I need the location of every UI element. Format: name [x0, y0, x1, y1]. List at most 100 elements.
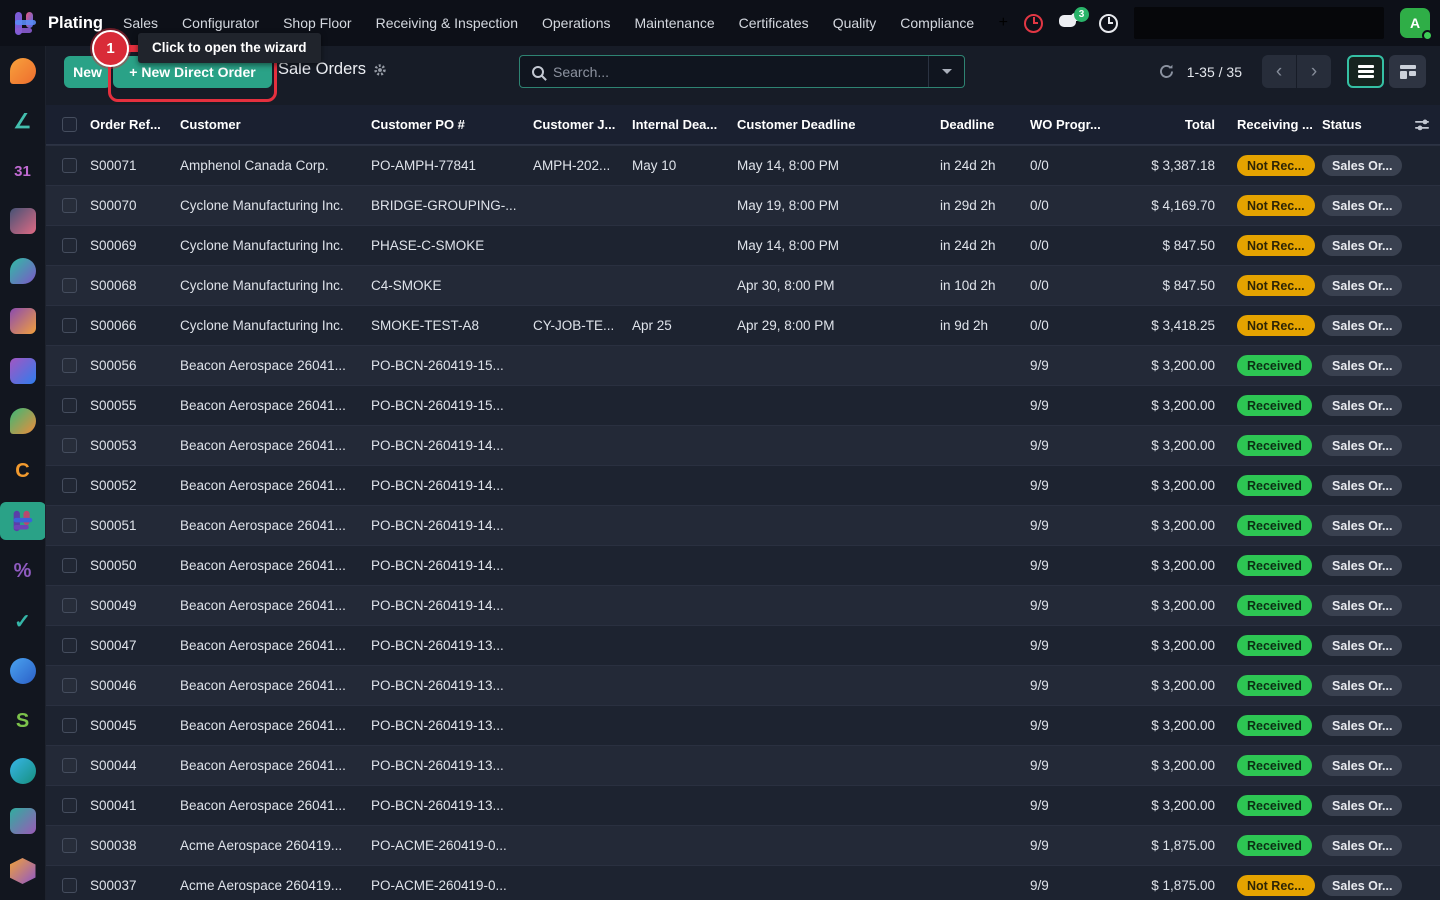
- cell-ref[interactable]: S00041: [90, 798, 180, 813]
- crm-icon[interactable]: C: [0, 452, 46, 490]
- cell-po[interactable]: PO-AMPH-77841: [371, 158, 533, 173]
- cell-total[interactable]: $ 3,200.00: [1110, 718, 1225, 733]
- cell-customer[interactable]: Beacon Aerospace 26041...: [180, 718, 371, 733]
- cell-po[interactable]: PO-BCN-260419-13...: [371, 638, 533, 653]
- table-row[interactable]: S00055Beacon Aerospace 26041...PO-BCN-26…: [46, 385, 1440, 425]
- cell-total[interactable]: $ 3,387.18: [1110, 158, 1225, 173]
- receiving-status-badge[interactable]: Received: [1237, 595, 1312, 616]
- cell-total[interactable]: $ 3,200.00: [1110, 598, 1225, 613]
- cell-total[interactable]: $ 3,200.00: [1110, 638, 1225, 653]
- cell-wo[interactable]: 9/9: [1030, 518, 1110, 533]
- table-row[interactable]: S00050Beacon Aerospace 26041...PO-BCN-26…: [46, 545, 1440, 585]
- cell-customer[interactable]: Cyclone Manufacturing Inc.: [180, 318, 371, 333]
- cell-po[interactable]: PO-BCN-260419-14...: [371, 558, 533, 573]
- cell-customer[interactable]: Beacon Aerospace 26041...: [180, 638, 371, 653]
- row-checkbox[interactable]: [62, 798, 77, 813]
- cell-ref[interactable]: S00050: [90, 558, 180, 573]
- cell-wo[interactable]: 9/9: [1030, 638, 1110, 653]
- sketch-icon[interactable]: ∠: [0, 102, 46, 140]
- refresh-icon[interactable]: [1158, 63, 1175, 80]
- table-row[interactable]: S00049Beacon Aerospace 26041...PO-BCN-26…: [46, 585, 1440, 625]
- sales-app-icon[interactable]: S: [0, 702, 46, 740]
- cell-po[interactable]: PO-BCN-260419-13...: [371, 798, 533, 813]
- cell-total[interactable]: $ 3,200.00: [1110, 478, 1225, 493]
- cell-customer[interactable]: Cyclone Manufacturing Inc.: [180, 238, 371, 253]
- column-header-customer-deadline[interactable]: Customer Deadline: [737, 117, 940, 132]
- cell-total[interactable]: $ 3,200.00: [1110, 358, 1225, 373]
- cell-internal[interactable]: May 10: [632, 158, 737, 173]
- cell-total[interactable]: $ 3,200.00: [1110, 558, 1225, 573]
- cell-cust_deadline[interactable]: May 14, 8:00 PM: [737, 238, 940, 253]
- cell-cust_deadline[interactable]: Apr 29, 8:00 PM: [737, 318, 940, 333]
- cell-deadline[interactable]: in 24d 2h: [940, 158, 1030, 173]
- cell-ref[interactable]: S00051: [90, 518, 180, 533]
- row-checkbox-cell[interactable]: [46, 358, 90, 373]
- order-status-badge[interactable]: Sales Or...: [1322, 435, 1402, 456]
- order-status-badge[interactable]: Sales Or...: [1322, 475, 1402, 496]
- cell-cust_deadline[interactable]: Apr 30, 8:00 PM: [737, 278, 940, 293]
- table-row[interactable]: S00051Beacon Aerospace 26041...PO-BCN-26…: [46, 505, 1440, 545]
- receiving-status-badge[interactable]: Received: [1237, 755, 1312, 776]
- cell-po[interactable]: PO-BCN-260419-13...: [371, 678, 533, 693]
- row-checkbox-cell[interactable]: [46, 878, 90, 893]
- table-row[interactable]: S00068Cyclone Manufacturing Inc.C4-SMOKE…: [46, 265, 1440, 305]
- row-checkbox[interactable]: [62, 438, 77, 453]
- order-status-badge[interactable]: Sales Or...: [1322, 355, 1402, 376]
- activities-icon[interactable]: [1024, 14, 1043, 33]
- row-checkbox-cell[interactable]: [46, 598, 90, 613]
- receiving-status-badge[interactable]: Received: [1237, 515, 1312, 536]
- cell-total[interactable]: $ 1,875.00: [1110, 878, 1225, 893]
- row-checkbox[interactable]: [62, 718, 77, 733]
- receiving-status-badge[interactable]: Received: [1237, 635, 1312, 656]
- order-status-badge[interactable]: Sales Or...: [1322, 315, 1402, 336]
- order-status-badge[interactable]: Sales Or...: [1322, 675, 1402, 696]
- receiving-status-badge[interactable]: Received: [1237, 395, 1312, 416]
- cell-ref[interactable]: S00049: [90, 598, 180, 613]
- optional-columns-icon[interactable]: [1413, 117, 1431, 133]
- row-checkbox[interactable]: [62, 398, 77, 413]
- cell-total[interactable]: $ 847.50: [1110, 278, 1225, 293]
- cell-wo[interactable]: 0/0: [1030, 318, 1110, 333]
- row-checkbox-cell[interactable]: [46, 158, 90, 173]
- row-checkbox-cell[interactable]: [46, 238, 90, 253]
- cell-customer[interactable]: Cyclone Manufacturing Inc.: [180, 198, 371, 213]
- cell-job[interactable]: CY-JOB-TE...: [533, 318, 632, 333]
- menu-item-sales[interactable]: Sales: [123, 15, 158, 31]
- cell-po[interactable]: PO-BCN-260419-14...: [371, 438, 533, 453]
- cell-po[interactable]: PO-BCN-260419-15...: [371, 358, 533, 373]
- analytics-icon[interactable]: [0, 302, 46, 340]
- cell-wo[interactable]: 9/9: [1030, 438, 1110, 453]
- cell-internal[interactable]: Apr 25: [632, 318, 737, 333]
- row-checkbox-cell[interactable]: [46, 798, 90, 813]
- add-menu-icon[interactable]: +: [999, 14, 1008, 32]
- layers-icon[interactable]: [0, 802, 46, 840]
- order-status-badge[interactable]: Sales Or...: [1322, 755, 1402, 776]
- cell-wo[interactable]: 9/9: [1030, 758, 1110, 773]
- receiving-status-badge[interactable]: Not Rec...: [1237, 235, 1315, 256]
- order-status-badge[interactable]: Sales Or...: [1322, 155, 1402, 176]
- receiving-status-badge[interactable]: Not Rec...: [1237, 315, 1315, 336]
- cell-wo[interactable]: 9/9: [1030, 878, 1110, 893]
- cell-customer[interactable]: Beacon Aerospace 26041...: [180, 518, 371, 533]
- table-row[interactable]: S00053Beacon Aerospace 26041...PO-BCN-26…: [46, 425, 1440, 465]
- cell-customer[interactable]: Beacon Aerospace 26041...: [180, 358, 371, 373]
- cell-total[interactable]: $ 3,418.25: [1110, 318, 1225, 333]
- cell-po[interactable]: PO-BCN-260419-14...: [371, 478, 533, 493]
- search-filters-dropdown[interactable]: [928, 56, 964, 87]
- cell-wo[interactable]: 9/9: [1030, 798, 1110, 813]
- cell-wo[interactable]: 0/0: [1030, 198, 1110, 213]
- row-checkbox[interactable]: [62, 518, 77, 533]
- cell-total[interactable]: $ 3,200.00: [1110, 758, 1225, 773]
- cell-customer[interactable]: Beacon Aerospace 26041...: [180, 798, 371, 813]
- cell-ref[interactable]: S00055: [90, 398, 180, 413]
- cell-job[interactable]: AMPH-202...: [533, 158, 632, 173]
- cell-wo[interactable]: 9/9: [1030, 598, 1110, 613]
- table-row[interactable]: S00066Cyclone Manufacturing Inc.SMOKE-TE…: [46, 305, 1440, 345]
- cell-customer[interactable]: Acme Aerospace 260419...: [180, 878, 371, 893]
- cell-customer[interactable]: Beacon Aerospace 26041...: [180, 438, 371, 453]
- receiving-status-badge[interactable]: Received: [1237, 675, 1312, 696]
- row-checkbox[interactable]: [62, 358, 77, 373]
- order-status-badge[interactable]: Sales Or...: [1322, 875, 1402, 896]
- receiving-status-badge[interactable]: Not Rec...: [1237, 275, 1315, 296]
- cell-customer[interactable]: Beacon Aerospace 26041...: [180, 398, 371, 413]
